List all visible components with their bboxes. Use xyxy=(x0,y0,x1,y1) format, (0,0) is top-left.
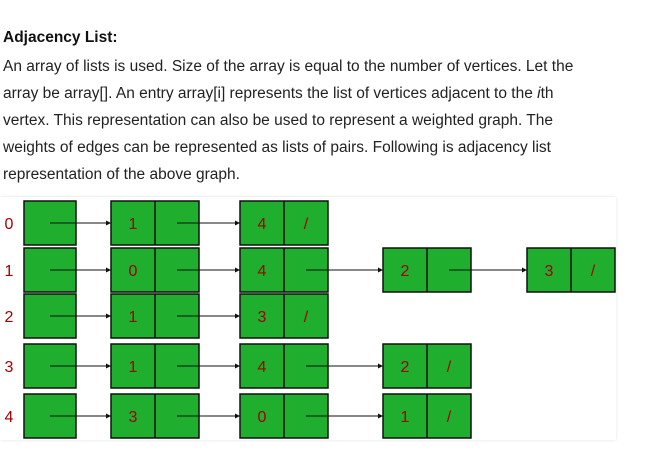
paragraph-line-2: array be array[]. An entry array[i] repr… xyxy=(3,80,633,107)
node-value: 4 xyxy=(258,216,267,233)
paragraph-line-2a: array be array[]. An entry array[i] repr… xyxy=(3,85,538,102)
paragraph-line-5: representation of the above graph. xyxy=(3,166,240,183)
node-value: 1 xyxy=(129,359,138,376)
null-pointer: / xyxy=(447,409,452,426)
null-pointer: / xyxy=(304,309,309,326)
node-value: 2 xyxy=(401,359,410,376)
null-pointer: / xyxy=(304,216,309,233)
adjacency-list-figure: 0 1 4 / 1 0 4 2 3 / 2 1 3 / 3 1 4 2 / 4 3 0 1 / xyxy=(0,197,616,440)
null-pointer: / xyxy=(447,359,452,376)
description-paragraph: An array of lists is used. Size of the a… xyxy=(3,53,633,188)
row-index-0: 0 xyxy=(5,216,14,233)
row-index-4: 4 xyxy=(5,409,14,426)
node-value: 3 xyxy=(258,309,267,326)
node-value: 3 xyxy=(129,409,138,426)
node-value: 2 xyxy=(401,263,410,280)
node-value: 0 xyxy=(129,263,138,280)
node-value: 1 xyxy=(129,216,138,233)
node-value: 1 xyxy=(401,409,410,426)
section-heading: Adjacency List: xyxy=(3,29,118,46)
adjacency-list-diagram: 0 1 4 / 1 0 4 2 3 / 2 1 3 / 3 1 4 2 / 4 3 0 1 / xyxy=(5,200,616,439)
node-value: 1 xyxy=(129,309,138,326)
node-value: 4 xyxy=(258,359,267,376)
paragraph-line-4: weights of edges can be represented as l… xyxy=(3,139,551,156)
null-pointer: / xyxy=(591,263,596,280)
node-value: 3 xyxy=(545,263,554,280)
paragraph-line-3: vertex. This representation can also be … xyxy=(3,112,554,129)
node-value: 0 xyxy=(258,409,267,426)
row-index-1: 1 xyxy=(5,263,14,280)
node-value: 4 xyxy=(258,263,267,280)
paragraph-line-2b: th xyxy=(540,85,554,102)
paragraph-line-1: An array of lists is used. Size of the a… xyxy=(3,58,574,75)
row-index-2: 2 xyxy=(5,309,14,326)
row-index-3: 3 xyxy=(5,359,14,376)
